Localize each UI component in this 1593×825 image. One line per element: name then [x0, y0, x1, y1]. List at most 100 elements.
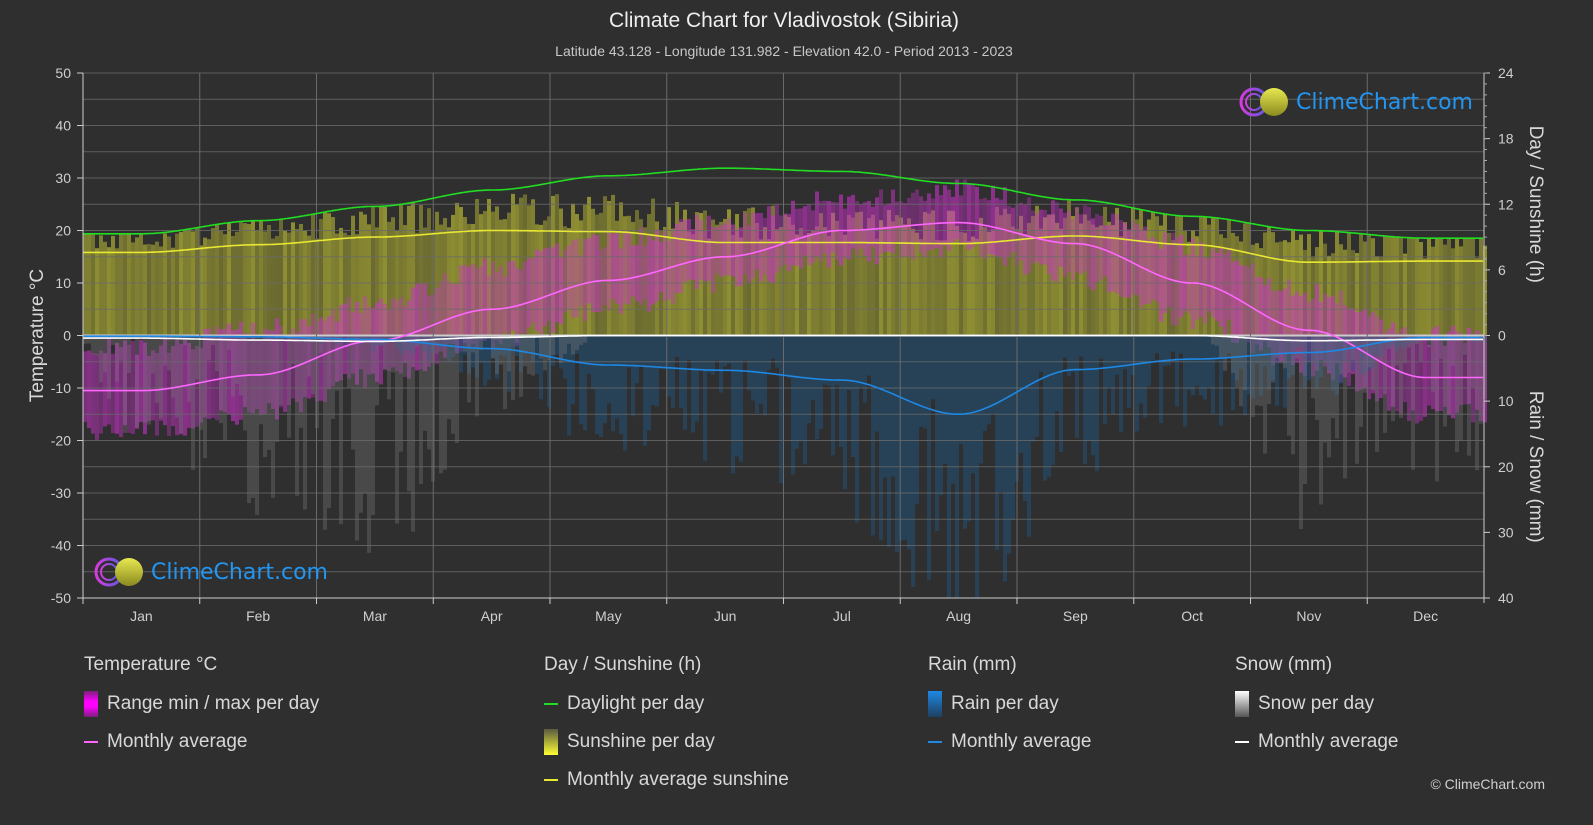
x-tick-label: Jul: [833, 608, 851, 624]
rain-day-bar: [1115, 335, 1119, 375]
snow-day-bar: [1227, 335, 1231, 358]
rain-day-bar: [911, 335, 915, 588]
temp-range-day-bar: [899, 201, 903, 258]
snow-day-bar: [447, 335, 451, 420]
sunshine-day-bar: [87, 233, 91, 336]
snow-day-bar: [187, 335, 191, 402]
temp-range-day-bar: [895, 201, 899, 242]
rain-day-bar: [771, 335, 775, 359]
snow-day-bar: [263, 335, 267, 458]
snow-day-bar: [395, 335, 399, 524]
sunshine-day-bar: [231, 235, 235, 336]
snow-day-bar: [1271, 335, 1275, 383]
temp-range-day-bar: [1155, 240, 1159, 303]
temp-range-day-bar: [795, 208, 799, 266]
x-tick-label: Dec: [1413, 608, 1438, 624]
sunshine-day-bar: [1387, 236, 1391, 336]
rain-day-bar: [863, 335, 867, 403]
rain-day-bar: [1159, 335, 1163, 424]
temp-range-day-bar: [539, 250, 543, 338]
snow-day-bar: [1387, 335, 1391, 349]
rain-day-bar: [667, 335, 671, 397]
sunshine-day-bar: [119, 233, 123, 336]
rain-day-bar: [795, 335, 799, 449]
rain-day-bar: [1083, 335, 1087, 464]
rain-day-bar: [1095, 335, 1099, 471]
rain-day-bar: [1063, 335, 1067, 358]
temp-range-day-bar: [531, 258, 535, 323]
temp-range-day-bar: [587, 238, 591, 304]
snow-day-bar: [255, 335, 259, 515]
sunshine-day-bar: [1407, 237, 1411, 336]
snow-day-bar: [563, 335, 567, 354]
snow-day-bar: [1263, 335, 1267, 454]
temp-range-day-bar: [1243, 265, 1247, 336]
snow-day-bar: [191, 335, 195, 470]
snow-day-bar: [1443, 335, 1447, 427]
temp-range-day-bar: [927, 193, 931, 251]
snow-day-bar: [1311, 335, 1315, 399]
temp-range-day-bar: [603, 247, 607, 306]
snow-day-bar: [467, 335, 471, 403]
left-tick-label: 30: [55, 170, 71, 186]
snow-avg-line-icon: [1235, 741, 1249, 743]
rain-day-bar: [1047, 335, 1051, 477]
rain-day-bar: [1187, 335, 1191, 391]
logo-bottom-left[interactable]: ClimeChart.com: [93, 556, 328, 588]
x-tick-label: Mar: [363, 608, 387, 624]
snow-day-bar: [423, 335, 427, 431]
temp-range-day-bar: [751, 212, 755, 279]
temp-range-day-bar: [1067, 210, 1071, 272]
rain-day-bar: [1011, 335, 1015, 521]
rain-day-bar: [671, 335, 675, 409]
legend-label: Monthly average: [1258, 731, 1399, 752]
snow-day-bar: [439, 335, 443, 474]
sunshine-day-bar: [235, 231, 239, 336]
snow-day-bar: [147, 335, 151, 425]
rain-day-bar: [603, 335, 607, 424]
temp-range-day-bar: [479, 265, 483, 341]
rain-day-bar: [1143, 335, 1147, 418]
temp-range-day-bar: [1159, 248, 1163, 322]
temp-range-day-bar: [571, 240, 575, 318]
rain-day-bar: [635, 335, 639, 384]
snow-day-bar: [1467, 335, 1471, 456]
snow-day-bar: [1287, 335, 1291, 436]
sunshine-day-bar: [163, 233, 167, 336]
temp-range-day-bar: [1235, 260, 1239, 343]
temp-range-day-bar: [607, 231, 611, 311]
rain-day-bar: [915, 335, 919, 505]
temp-range-day-bar: [1415, 334, 1419, 424]
temp-range-day-bar: [907, 198, 911, 257]
rain-day-bar: [1151, 335, 1155, 361]
sunshine-day-bar: [1479, 238, 1483, 336]
logo-top-right[interactable]: ClimeChart.com: [1238, 86, 1473, 118]
temp-range-day-bar: [715, 226, 719, 274]
rain-day-bar: [1135, 335, 1139, 432]
temp-range-day-bar: [767, 206, 771, 282]
legend-label: Daylight per day: [567, 693, 705, 714]
snow-day-bar: [251, 335, 255, 498]
x-tick-label: Nov: [1296, 608, 1321, 624]
temp-range-day-bar: [183, 338, 187, 436]
snow-day-bar: [335, 335, 339, 391]
rain-day-bar: [1099, 335, 1103, 359]
snow-day-bar: [167, 335, 171, 371]
left-axis-title: Temperature °C: [27, 269, 48, 402]
temp-range-day-bar: [527, 258, 531, 328]
snow-day-bar: [1479, 335, 1483, 424]
temp-range-day-bar: [879, 189, 883, 255]
temp-range-day-bar: [923, 200, 927, 258]
temp-range-day-bar: [139, 339, 143, 423]
sunshine-day-bar: [103, 241, 107, 336]
rain-day-bar: [1039, 335, 1043, 372]
rain-day-bar: [583, 335, 587, 431]
rain-day-bar: [579, 335, 583, 425]
legend-item-rain-avg: Monthly average: [928, 730, 1091, 754]
temp-range-day-bar: [687, 219, 691, 280]
snow-day-bar: [287, 335, 291, 438]
snow-day-bar: [407, 335, 411, 492]
temp-range-day-bar: [847, 196, 851, 260]
temp-range-day-bar: [699, 219, 703, 280]
snow-day-bar: [179, 335, 183, 434]
